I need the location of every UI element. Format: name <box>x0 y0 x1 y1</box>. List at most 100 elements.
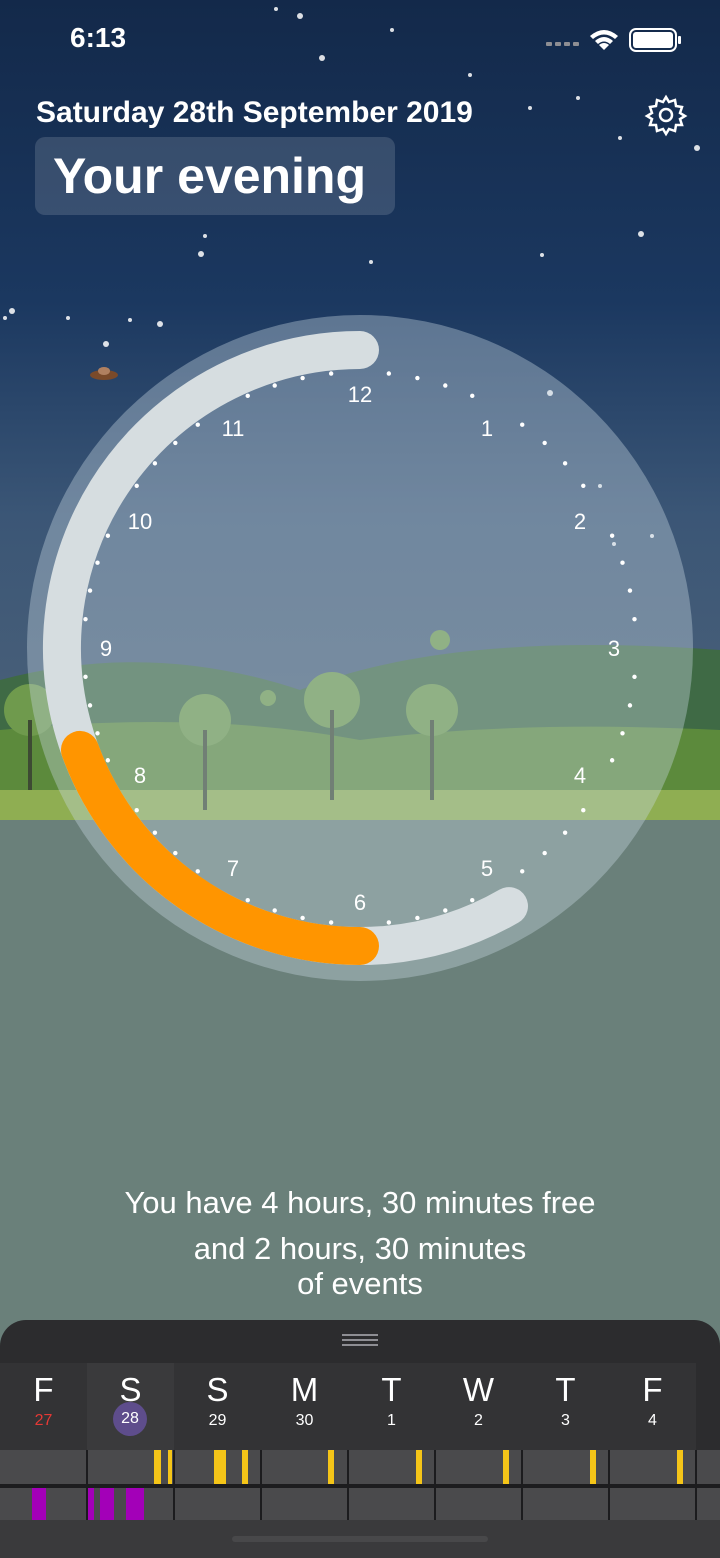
clock-hour-8: 8 <box>134 763 146 788</box>
minute-tick <box>95 731 100 736</box>
minute-tick <box>581 808 586 813</box>
home-indicator <box>232 1536 488 1542</box>
event-block <box>88 1488 94 1520</box>
minute-tick <box>620 560 625 565</box>
event-block <box>416 1450 422 1484</box>
minute-tick <box>95 560 100 565</box>
day-w-2[interactable]: W2 <box>435 1363 522 1450</box>
event-block <box>328 1450 334 1484</box>
clock-hour-7: 7 <box>227 856 239 881</box>
minute-tick <box>83 616 88 622</box>
day-letter: F <box>33 1371 54 1408</box>
day-m-30[interactable]: M 30 <box>261 1363 348 1450</box>
day-separator <box>434 1450 436 1520</box>
day-t-1[interactable]: T1 <box>348 1363 435 1450</box>
day-separator <box>347 1450 349 1520</box>
minute-tick <box>272 383 277 388</box>
minute-tick <box>134 808 139 813</box>
minute-tick <box>415 375 420 381</box>
day-number: 27 <box>34 1412 53 1429</box>
minute-tick <box>134 483 139 488</box>
minute-tick <box>328 371 334 376</box>
minute-tick <box>562 830 568 835</box>
event-block <box>168 1450 172 1484</box>
minute-tick <box>87 588 93 593</box>
clock-hour-11: 11 <box>222 416 245 441</box>
clock-hour-4: 4 <box>574 763 586 788</box>
day-letter: F <box>642 1371 663 1408</box>
day-number: 29 <box>208 1412 227 1429</box>
event-block <box>677 1450 683 1484</box>
minute-tick <box>272 908 277 913</box>
event-block <box>590 1450 596 1484</box>
clock-hour-12: 12 <box>348 382 372 407</box>
day-separator <box>521 1450 523 1520</box>
minute-tick <box>386 920 392 925</box>
week-day-strip: F 27 S 28 S 29 M 30 T 1 W 2 T 3 F 4 <box>0 1363 720 1450</box>
minute-tick <box>386 371 392 376</box>
day-letter: T <box>555 1371 576 1408</box>
drag-handle-icon[interactable] <box>342 1334 378 1348</box>
clock-hour-10: 10 <box>128 509 152 534</box>
day-letter: S <box>206 1371 229 1408</box>
day-number: 3 <box>561 1412 570 1429</box>
minute-tick <box>470 393 475 399</box>
minute-tick <box>562 461 568 466</box>
day-separator <box>173 1450 175 1520</box>
minute-tick <box>87 703 93 708</box>
event-block <box>100 1488 114 1520</box>
minute-tick <box>328 920 334 925</box>
day-f-27[interactable]: F 27 <box>0 1363 87 1450</box>
event-block <box>503 1450 509 1484</box>
day-number: 2 <box>474 1412 483 1429</box>
clock-hour-1: 1 <box>481 416 493 441</box>
minute-tick <box>152 461 158 466</box>
minute-tick <box>520 422 525 427</box>
summary-line-3: of events <box>297 1266 423 1301</box>
clock-hour-2: 2 <box>574 509 586 534</box>
day-s-28[interactable]: S 28 <box>87 1363 174 1450</box>
event-block <box>214 1450 226 1484</box>
minute-tick <box>632 616 637 622</box>
clock-hour-6: 6 <box>354 890 366 915</box>
day-separator <box>608 1450 610 1520</box>
day-t-3[interactable]: T3 <box>522 1363 609 1450</box>
day-number: 4 <box>648 1412 657 1429</box>
minute-tick <box>105 758 111 763</box>
day-f-4[interactable]: F4 <box>609 1363 696 1450</box>
minute-tick <box>245 393 250 399</box>
day-separator <box>260 1450 262 1520</box>
calendar-bottom-sheet[interactable]: F 27 S 28 S 29 M 30 T 1 W 2 T 3 F 4 <box>0 1320 720 1558</box>
event-block <box>32 1488 46 1520</box>
clock-face <box>27 315 693 981</box>
selected-day-number: 28 <box>113 1402 147 1436</box>
minute-tick <box>620 731 625 736</box>
minute-tick <box>195 869 200 874</box>
day-separator <box>695 1450 697 1520</box>
minute-tick <box>520 869 525 874</box>
free-time-summary: You have 4 hours, 30 minutes free and 2 … <box>0 1180 720 1302</box>
minute-tick <box>245 897 250 903</box>
day-number: 1 <box>387 1412 396 1429</box>
minute-tick <box>443 908 448 913</box>
minute-tick <box>300 375 305 381</box>
day-letter: W <box>462 1371 495 1408</box>
day-number: 30 <box>295 1412 314 1429</box>
minute-tick <box>542 440 547 446</box>
minute-tick <box>581 483 586 488</box>
minute-tick <box>627 588 633 593</box>
day-letter: M <box>290 1371 319 1408</box>
minute-tick <box>152 830 158 835</box>
clock-hour-3: 3 <box>608 636 620 661</box>
clock-hour-5: 5 <box>481 856 493 881</box>
evening-clock: 121234567891011 <box>27 315 693 981</box>
minute-tick <box>609 533 615 538</box>
event-block <box>154 1450 161 1484</box>
minute-tick <box>300 915 305 921</box>
minute-tick <box>173 850 178 856</box>
minute-tick <box>105 533 111 538</box>
summary-line-1: You have 4 hours, 30 minutes free <box>124 1185 596 1220</box>
day-letter: T <box>381 1371 402 1408</box>
day-s-29[interactable]: S 29 <box>174 1363 261 1450</box>
minute-tick <box>632 674 637 680</box>
